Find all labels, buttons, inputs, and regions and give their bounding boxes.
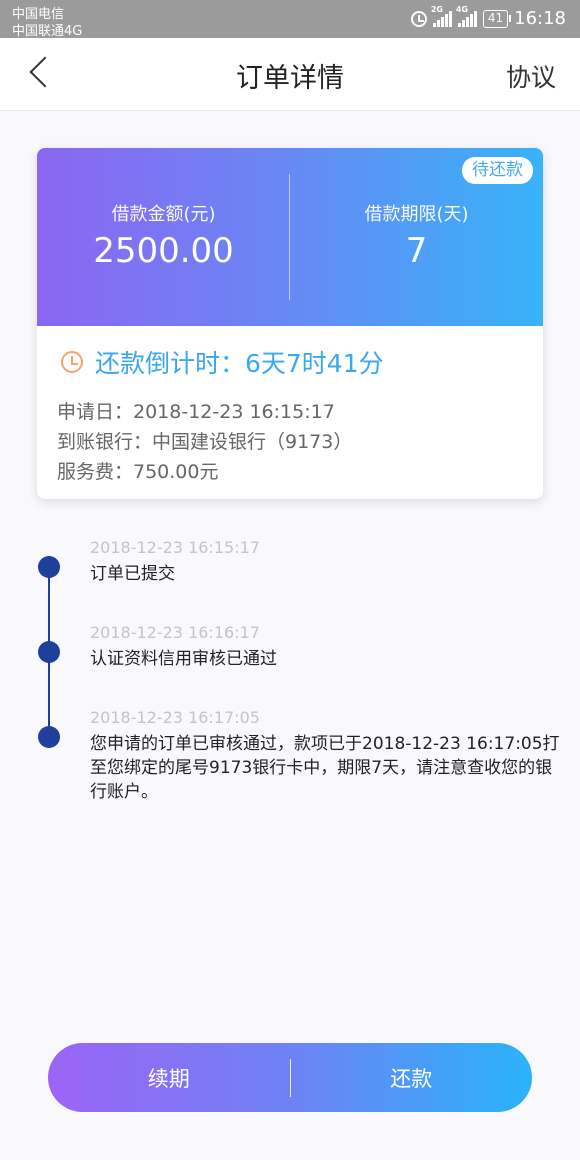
status-badge: 待还款 — [462, 157, 533, 184]
page-title: 订单详情 — [236, 63, 344, 94]
loan-amount: 借款金额(元) 2500.00 — [37, 200, 290, 271]
clock-icon — [61, 351, 83, 373]
repayment-countdown: 还款倒计时：6天7时41分 — [61, 344, 384, 380]
timeline-text: 您申请的订单已审核通过，款项已于2018-12-23 16:17:05打至您绑定… — [90, 734, 560, 802]
signal-label: 2G — [430, 4, 443, 14]
timeline-time: 2018-12-23 16:17:05 — [90, 708, 260, 727]
repay-button[interactable]: 还款 — [291, 1063, 533, 1093]
action-bar: 续期 还款 — [48, 1043, 532, 1112]
timeline-text: 订单已提交 — [90, 564, 175, 584]
status-bar: 中国电信 中国联通4G 2G 4G 41 16:18 — [0, 0, 580, 39]
timeline-dot — [38, 556, 60, 578]
timeline-text: 认证资料信用审核已通过 — [90, 649, 277, 669]
loan-amount-value: 2500.00 — [93, 231, 234, 271]
timeline-time: 2018-12-23 16:15:17 — [90, 538, 260, 557]
timeline-time: 2018-12-23 16:16:17 — [90, 623, 260, 642]
nav-bar: 订单详情 协议 — [0, 38, 580, 111]
signal-icon: 2G — [431, 5, 452, 27]
timeline-dot — [38, 726, 60, 748]
apply-date: 申请日：2018-12-23 16:15:17 — [57, 401, 335, 423]
countdown-text: 还款倒计时：6天7时41分 — [95, 349, 384, 378]
signal-label: 4G — [455, 4, 468, 14]
signal-icon: 4G — [456, 5, 477, 27]
loan-term: 借款期限(天) 7 — [290, 200, 543, 271]
timeline-dot — [38, 641, 60, 663]
receiving-bank: 到账银行：中国建设银行（9173） — [57, 431, 353, 453]
loan-term-value: 7 — [405, 231, 428, 271]
renew-button[interactable]: 续期 — [48, 1063, 290, 1093]
agreement-link[interactable]: 协议 — [506, 58, 556, 94]
alarm-icon — [410, 10, 427, 27]
loan-term-label: 借款期限(天) — [364, 204, 469, 225]
loan-summary-card: 待还款 借款金额(元) 2500.00 借款期限(天) 7 还款倒计时：6天7时… — [37, 148, 543, 499]
battery-icon: 41 — [482, 9, 512, 28]
loan-card-header: 待还款 借款金额(元) 2500.00 借款期限(天) 7 — [37, 148, 543, 326]
carrier-secondary: 中国联通4G — [12, 24, 83, 39]
status-indicators: 2G 4G 41 16:18 — [410, 5, 566, 29]
loan-amount-label: 借款金额(元) — [111, 204, 216, 225]
service-fee: 服务费：750.00元 — [57, 461, 219, 483]
status-time: 16:18 — [514, 8, 566, 29]
